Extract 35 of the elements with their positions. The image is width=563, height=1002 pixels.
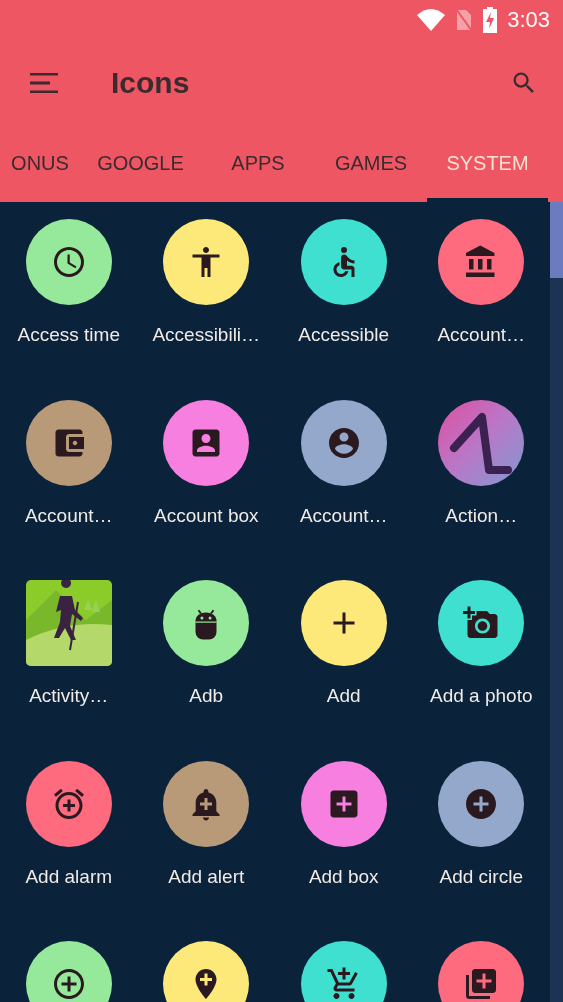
scrollbar[interactable] [550, 202, 563, 1002]
icon-label: Add a photo [430, 685, 533, 707]
icon-label: Accessibili… [152, 324, 261, 346]
add-photo-icon [463, 605, 500, 641]
icon-label: Adb [189, 685, 224, 707]
tab[interactable]: SYSTEM [427, 125, 548, 202]
icon-label: Action… [445, 504, 518, 527]
icon-label: Add box [308, 865, 379, 888]
icon-tile[interactable] [163, 941, 250, 1002]
scrollbar-thumb[interactable] [550, 202, 563, 278]
icon-label: Account… [437, 324, 526, 346]
icon-label: Account… [299, 504, 388, 527]
menu-icon [30, 72, 58, 93]
icon-tile[interactable] [300, 941, 387, 1002]
icon-label: Add alarm [25, 865, 113, 888]
icon-label: Add circle [439, 865, 523, 888]
icon-label: Account box [153, 504, 259, 527]
wifi-icon [417, 9, 446, 31]
tab[interactable]: GAMES [315, 125, 427, 202]
icon-label: Add alert [168, 865, 245, 888]
icon-label: Activity… [29, 685, 109, 707]
status-time: 3:03 [507, 7, 550, 33]
icon-tile[interactable] [438, 941, 525, 1002]
tab[interactable]: ONUS [0, 125, 80, 202]
no-sim-icon [455, 8, 474, 32]
icon-label: Accessible [298, 324, 390, 346]
icon-tile[interactable] [25, 941, 112, 1002]
battery-charging-icon [483, 7, 498, 33]
icon-label: Account… [24, 504, 113, 527]
app-logo-icon[interactable] [438, 399, 525, 486]
tab[interactable]: APPS [201, 125, 315, 202]
toolbar-title: Icons [111, 65, 191, 100]
icon-label: Access time [17, 324, 120, 346]
tab[interactable]: GOOGLE [80, 125, 201, 202]
icon-label: Add [326, 685, 361, 707]
